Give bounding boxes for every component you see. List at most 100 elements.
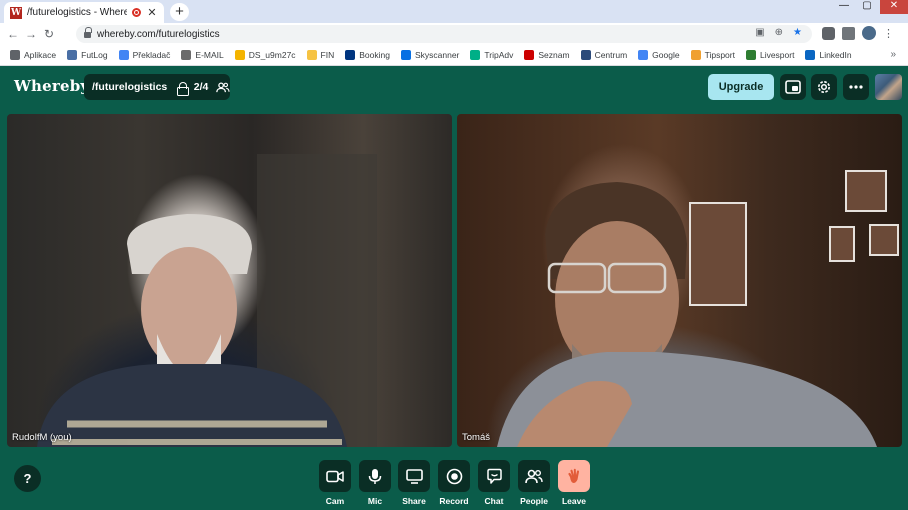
bookmark-label: Skyscanner xyxy=(414,50,460,60)
room-info[interactable]: /futurelogistics 2/4 xyxy=(84,74,230,100)
bookmark-label: LinkedIn xyxy=(819,50,852,60)
bookmark-favicon-icon xyxy=(580,50,591,60)
picture-in-picture-icon xyxy=(785,80,801,94)
bookmark-label: Překladač xyxy=(132,50,171,60)
bookmark-item[interactable]: FIN xyxy=(306,50,335,60)
bookmark-favicon-icon xyxy=(234,50,245,60)
whereby-favicon-icon: W xyxy=(10,6,22,19)
bookmark-favicon-icon xyxy=(690,50,701,60)
share-label: Share xyxy=(402,496,426,506)
cam-label: Cam xyxy=(325,496,345,506)
bookmark-item[interactable]: Překladač xyxy=(118,50,171,60)
tab-title: /futurelogistics - Whereby xyxy=(27,7,127,18)
forward-arrow-icon[interactable]: → xyxy=(22,27,40,41)
bookmark-label: Google xyxy=(652,50,680,60)
bookmark-item[interactable]: TripAdv xyxy=(470,50,513,60)
bookmark-favicon-icon xyxy=(181,50,192,60)
bookmark-item[interactable]: Livesport xyxy=(745,50,794,60)
bookmark-label: FIN xyxy=(320,50,335,60)
bookmark-item[interactable]: Centrum xyxy=(580,50,627,60)
bookmark-favicon-icon xyxy=(470,50,481,60)
leave-label: Leave xyxy=(561,496,587,506)
browser-toolbar: ← → ↻ whereby.com/futurelogistics ▣ ⊕ ★ … xyxy=(0,23,908,45)
address-bar[interactable]: whereby.com/futurelogistics ▣ ⊕ ★ xyxy=(76,25,812,43)
bookmark-item[interactable]: LinkedIn xyxy=(805,50,852,60)
self-avatar[interactable] xyxy=(875,74,902,100)
bookmark-label: Booking xyxy=(359,50,390,60)
reload-icon[interactable]: ↻ xyxy=(40,27,58,41)
bookmark-item[interactable]: Skyscanner xyxy=(400,50,460,60)
cam-button[interactable]: Cam xyxy=(318,460,352,506)
bookmark-favicon-icon xyxy=(745,50,756,60)
people-icon xyxy=(216,82,230,92)
new-tab-button[interactable]: + xyxy=(170,3,189,21)
bookmark-label: E-MAIL xyxy=(195,50,224,60)
more-horizontal-icon xyxy=(849,85,863,89)
bookmark-label: FutLog xyxy=(81,50,108,60)
bookmark-label: Aplikace xyxy=(24,50,57,60)
camera-icon xyxy=(326,470,344,482)
chat-label: Chat xyxy=(484,496,504,506)
bookmark-label: DS_u9m27c xyxy=(248,50,296,60)
help-button[interactable]: ? xyxy=(14,465,41,492)
window-close-button[interactable]: ✕ xyxy=(880,0,908,14)
record-button[interactable]: Record xyxy=(437,460,471,506)
url-text[interactable]: whereby.com/futurelogistics xyxy=(97,29,220,40)
recording-indicator-icon xyxy=(132,8,141,17)
microphone-icon xyxy=(368,468,382,484)
room-name: /futurelogistics xyxy=(92,81,168,93)
secure-lock-icon xyxy=(84,27,92,38)
participant-count: 2/4 xyxy=(193,81,209,93)
bookmark-favicon-icon xyxy=(10,50,20,60)
bookmark-label: Tipsport xyxy=(704,50,735,60)
participant-video-tomas xyxy=(497,182,877,447)
people-icon xyxy=(525,469,543,483)
bookmark-item[interactable]: Aplikace xyxy=(10,50,56,60)
profile-avatar-icon[interactable] xyxy=(862,26,876,40)
back-arrow-icon[interactable]: ← xyxy=(4,27,22,41)
video-tile-remote[interactable]: Tomáš xyxy=(457,114,902,447)
bookmark-item[interactable]: Seznam xyxy=(524,50,570,60)
extensions-puzzle-icon[interactable] xyxy=(842,26,855,40)
more-options-button[interactable] xyxy=(843,74,869,100)
leave-button[interactable]: Leave xyxy=(557,460,591,506)
extension-icon[interactable] xyxy=(822,26,835,40)
bookmark-label: Seznam xyxy=(538,50,570,60)
waving-hand-icon xyxy=(567,468,579,483)
bookmark-item[interactable]: E-MAIL xyxy=(181,50,224,60)
settings-button[interactable] xyxy=(811,74,837,100)
bookmarks-bar: Aplikace FutLog Překladač E-MAIL DS_u9m27c FI… xyxy=(0,45,908,66)
browser-tab[interactable]: W /futurelogistics - Whereby ✕ xyxy=(4,2,164,23)
people-label: People xyxy=(520,496,548,506)
bookmark-item[interactable]: FutLog xyxy=(67,50,108,60)
bookmark-item[interactable]: Google xyxy=(638,50,680,60)
bookmark-item[interactable]: DS_u9m27c xyxy=(234,50,296,60)
chat-button[interactable]: Chat xyxy=(477,460,511,506)
bookmark-favicon-icon xyxy=(524,50,535,60)
picture-in-picture-button[interactable] xyxy=(780,74,806,100)
video-tile-self[interactable]: RudolfM (you) xyxy=(7,114,452,447)
bookmark-favicon-icon xyxy=(67,50,78,60)
window-maximize-button[interactable]: ▢ xyxy=(856,0,878,14)
whereby-logo[interactable]: Whereby xyxy=(14,77,89,95)
people-button[interactable]: People xyxy=(517,460,551,506)
camera-permission-icon[interactable]: ▣ xyxy=(755,27,764,38)
bookmark-star-icon[interactable]: ★ xyxy=(793,27,802,38)
share-screen-button[interactable]: Share xyxy=(397,460,431,506)
window-minimize-button[interactable]: — xyxy=(833,0,855,14)
mic-button[interactable]: Mic xyxy=(358,460,392,506)
bookmark-favicon-icon xyxy=(805,50,816,60)
install-app-icon[interactable]: ⊕ xyxy=(775,27,783,38)
browser-menu-icon[interactable]: ⋮ xyxy=(883,27,894,40)
bookmark-favicon-icon xyxy=(638,50,649,60)
mic-label: Mic xyxy=(367,496,383,506)
upgrade-button[interactable]: Upgrade xyxy=(708,74,774,100)
bookmark-item[interactable]: Booking xyxy=(345,50,390,60)
bookmarks-overflow-icon[interactable]: » xyxy=(890,49,896,60)
bookmark-favicon-icon xyxy=(118,50,129,60)
record-icon xyxy=(446,468,462,484)
participant-video-rudolfm xyxy=(37,154,377,447)
tab-close-icon[interactable]: ✕ xyxy=(146,6,158,19)
browser-tab-strip: W /futurelogistics - Whereby ✕ + — ▢ ✕ xyxy=(0,0,908,23)
bookmark-item[interactable]: Tipsport xyxy=(690,50,735,60)
